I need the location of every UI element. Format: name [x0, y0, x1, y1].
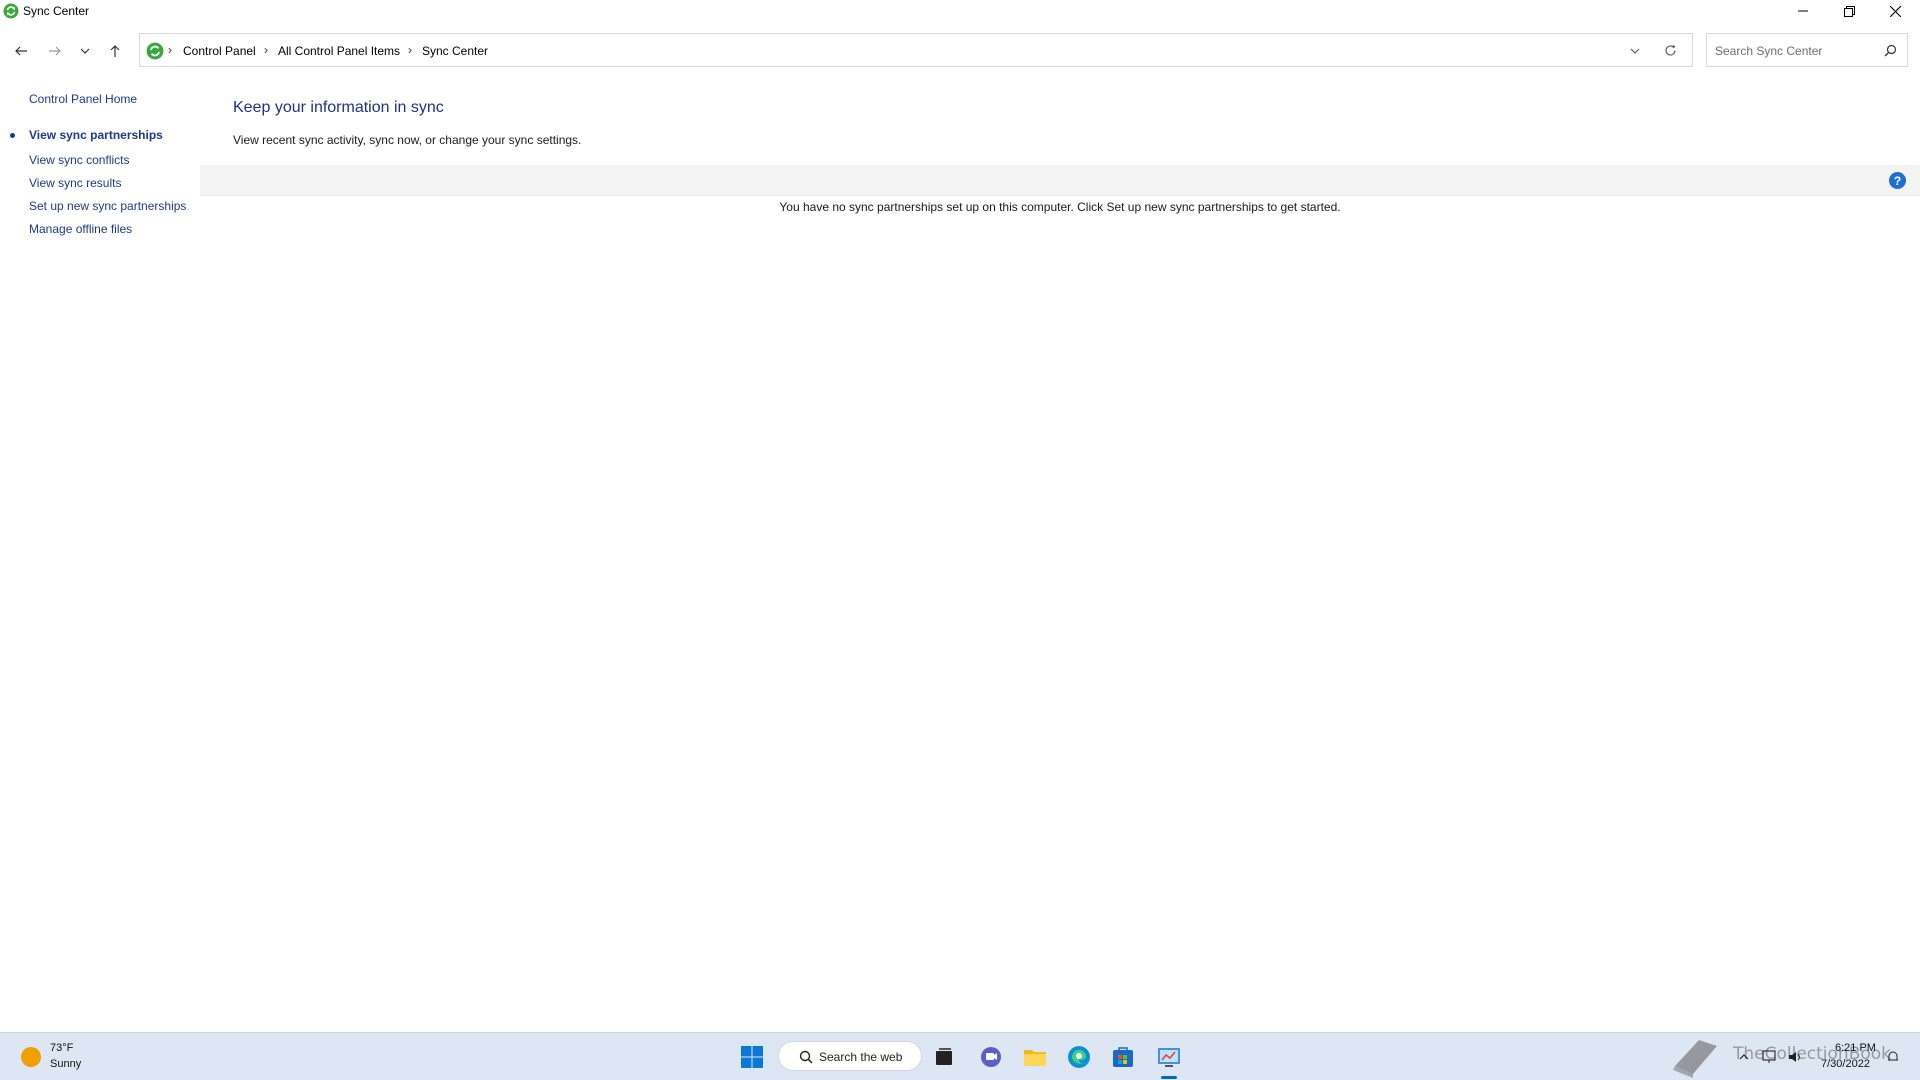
- search-icon[interactable]: [1884, 44, 1897, 57]
- page-title: Keep your information in sync: [233, 99, 444, 116]
- manage-offline-files-link[interactable]: Manage offline files: [29, 222, 132, 236]
- chevron-right-icon[interactable]: ›: [168, 43, 172, 57]
- edge-browser-icon: [1068, 1046, 1090, 1068]
- view-sync-results-link[interactable]: View sync results: [29, 176, 121, 190]
- refresh-button[interactable]: [1664, 44, 1680, 60]
- active-item-bullet: [10, 133, 15, 138]
- help-icon[interactable]: ?: [1889, 172, 1906, 189]
- search-box[interactable]: [1706, 33, 1908, 67]
- address-bar[interactable]: › Control Panel › All Control Panel Item…: [139, 33, 1693, 67]
- recent-locations-button[interactable]: [74, 40, 96, 62]
- taskbar: 73°F Sunny Search the web TheCollectionB…: [0, 1032, 1920, 1080]
- up-arrow-icon: [110, 45, 120, 57]
- chevron-right-icon[interactable]: ›: [264, 43, 268, 57]
- book-watermark-icon: [1673, 1040, 1717, 1078]
- view-sync-conflicts-link[interactable]: View sync conflicts: [29, 153, 129, 167]
- navigation-bar: › Control Panel › All Control Panel Item…: [0, 30, 1920, 70]
- address-dropdown-button[interactable]: [1629, 44, 1645, 60]
- breadcrumb-control-panel[interactable]: Control Panel: [183, 44, 256, 58]
- volume-button[interactable]: [1785, 1043, 1805, 1071]
- clock-time[interactable]: 6:21 PM: [1835, 1042, 1876, 1054]
- minimize-button[interactable]: [1780, 0, 1826, 22]
- sync-center-icon: [3, 3, 19, 19]
- breadcrumb-sync-center[interactable]: Sync Center: [422, 44, 488, 58]
- file-explorer-button[interactable]: [1021, 1043, 1049, 1071]
- chevron-down-icon: [80, 48, 90, 54]
- folder-icon: [1024, 1050, 1046, 1066]
- active-app-indicator: [1161, 1076, 1177, 1079]
- windows-logo-icon: [741, 1046, 763, 1068]
- chevron-up-icon: [1739, 1054, 1749, 1060]
- close-button[interactable]: [1872, 0, 1918, 22]
- edge-button[interactable]: [1065, 1043, 1093, 1071]
- command-toolbar: ?: [200, 165, 1920, 196]
- search-input[interactable]: [1715, 42, 1875, 60]
- speaker-icon: [1789, 1052, 1800, 1062]
- chat-button[interactable]: [977, 1043, 1005, 1071]
- start-button[interactable]: [738, 1043, 766, 1071]
- notification-icon: [1888, 1051, 1898, 1061]
- chevron-down-icon: [1630, 48, 1640, 54]
- taskbar-search-label: Search the web: [819, 1050, 903, 1064]
- page-description: View recent sync activity, sync now, or …: [233, 133, 582, 147]
- task-view-icon: [936, 1048, 952, 1065]
- weather-temperature: 73°F: [50, 1042, 74, 1054]
- refresh-icon: [1665, 44, 1676, 56]
- back-arrow-icon: [15, 46, 27, 56]
- forward-arrow-icon: [49, 46, 61, 56]
- forward-button[interactable]: [44, 40, 66, 62]
- setup-sync-partnerships-link[interactable]: Set up new sync partnerships: [29, 199, 186, 213]
- taskbar-search[interactable]: Search the web: [778, 1041, 922, 1071]
- network-icon: [1762, 1050, 1776, 1063]
- store-icon: [1113, 1047, 1133, 1067]
- chevron-right-icon[interactable]: ›: [408, 43, 412, 57]
- back-button[interactable]: [10, 40, 32, 62]
- breadcrumb-all-items[interactable]: All Control Panel Items: [278, 44, 400, 58]
- network-button[interactable]: [1760, 1043, 1778, 1071]
- task-view-button[interactable]: [930, 1043, 958, 1071]
- empty-state-message: You have no sync partnerships set up on …: [779, 200, 1341, 214]
- control-panel-icon: [1158, 1048, 1180, 1067]
- store-button[interactable]: [1109, 1043, 1137, 1071]
- show-hidden-icons-button[interactable]: [1736, 1043, 1752, 1071]
- control-panel-taskbar-button[interactable]: [1155, 1043, 1183, 1071]
- sync-center-icon: [146, 42, 164, 60]
- view-sync-partnerships-link[interactable]: View sync partnerships: [29, 128, 163, 142]
- up-button[interactable]: [104, 40, 126, 62]
- search-icon: [799, 1050, 813, 1064]
- restore-button[interactable]: [1826, 0, 1872, 22]
- sun-icon: [21, 1047, 41, 1067]
- window-title: Sync Center: [23, 4, 90, 18]
- weather-condition: Sunny: [50, 1058, 82, 1070]
- title-bar: Sync Center: [0, 0, 1920, 22]
- control-panel-home-link[interactable]: Control Panel Home: [29, 92, 137, 106]
- clock-date[interactable]: 7/30/2022: [1821, 1058, 1870, 1070]
- notifications-button[interactable]: [1884, 1043, 1902, 1071]
- teams-chat-icon: [981, 1047, 1001, 1067]
